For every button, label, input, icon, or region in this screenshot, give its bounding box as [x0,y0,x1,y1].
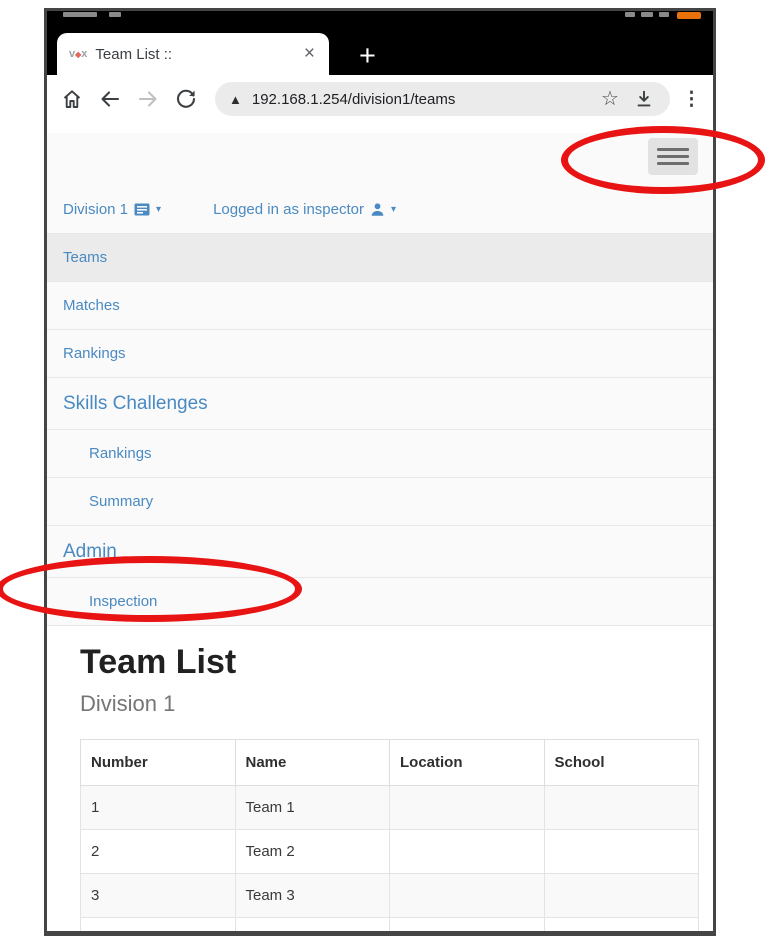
table-row: 1 Team 1 [80,785,699,830]
session-row: Division 1 ▾ Logged in as inspector ▾ [47,185,713,233]
security-warning-icon[interactable]: ▲ [229,92,242,107]
division-dropdown-label: Division 1 [63,200,129,218]
nav-item-matches[interactable]: Matches [47,281,713,329]
chevron-down-icon: ▾ [391,203,397,215]
annotation-ellipse-hamburger [561,126,765,194]
table-cell: 3 [80,873,236,918]
main-content: Team List Division 1 Number Name Location S… [47,626,713,931]
annotation-ellipse-inspection [0,556,302,622]
status-time-icon [659,12,669,17]
status-wifi-icon [625,12,635,17]
table-cell [543,917,699,931]
table-cell: 4 [80,917,236,931]
table-header-row: Number Name Location School [80,739,699,786]
table-cell: Team 2 [234,829,390,874]
android-status-bar [47,11,713,25]
table-cell: 2 [80,829,236,874]
status-signal-icon [641,12,653,17]
table-body: 1Team 12Team 23Team 34Team 45Team 5 [80,785,699,931]
column-header-name: Name [234,739,390,786]
table-cell [543,785,699,830]
url-bar[interactable]: ▲ 192.168.1.254/division1/teams ☆ [215,82,670,116]
reload-icon[interactable] [173,86,199,112]
team-table: Number Name Location School 1 Team 1 2 Team 23… [80,739,699,931]
status-notification-icon [109,12,121,17]
table-row: 4Team 4 [80,917,699,931]
tab-close-icon[interactable]: × [302,43,317,65]
table-cell [389,917,545,931]
table-cell [389,829,545,874]
user-icon [371,202,384,216]
new-tab-button[interactable]: + [359,42,376,71]
back-icon[interactable] [97,86,123,112]
browser-toolbar: ▲ 192.168.1.254/division1/teams ☆ ⋮ [47,75,713,123]
table-cell: Team 4 [234,917,390,931]
bookmark-star-icon[interactable]: ☆ [598,87,622,111]
nav-item-rankings[interactable]: Rankings [47,329,713,377]
page-subtitle: Division 1 [80,691,176,716]
table-cell: 1 [80,785,236,830]
status-clock-fragment [63,12,97,17]
tab-strip: v◆x Team List :: × + [47,25,713,75]
browser-tab[interactable]: v◆x Team List :: × [57,33,329,75]
column-header-number: Number [80,739,236,786]
vex-favicon-icon: v◆x [69,48,88,60]
table-cell [389,785,545,830]
table-cell [389,873,545,918]
url-text[interactable]: 192.168.1.254/division1/teams [252,91,588,108]
screenshot-page: v◆x Team List :: × + ▲ 192.168.1.254/div [0,0,774,947]
table-cell [543,873,699,918]
table-row: 2 Team 2 [80,829,699,874]
nav-item-summary[interactable]: Summary [47,477,713,525]
chevron-down-icon: ▾ [156,203,162,215]
page-title: Team List [80,643,237,681]
nav-item-skills-challenges[interactable]: Skills Challenges [47,377,713,429]
login-dropdown-label: Logged in as inspector [213,200,364,218]
battery-icon [677,12,701,19]
forward-icon[interactable] [135,86,161,112]
display-icon [134,203,150,215]
table-cell: Team 1 [234,785,390,830]
division-dropdown[interactable]: Division 1 ▾ [63,201,161,218]
download-icon[interactable] [632,87,656,111]
browser-menu-icon[interactable]: ⋮ [682,88,701,111]
home-icon[interactable] [59,86,85,112]
nav-item-rankings[interactable]: Rankings [47,429,713,477]
site-nav-section: Division 1 ▾ Logged in as inspector ▾ Te… [47,133,713,626]
column-header-location: Location [389,739,545,786]
login-dropdown[interactable]: Logged in as inspector ▾ [213,201,396,218]
column-header-school: School [543,739,699,786]
table-cell: Team 3 [234,873,390,918]
table-cell [543,829,699,874]
nav-item-teams[interactable]: Teams [47,233,713,281]
tab-title: Team List :: [95,45,173,63]
table-row: 3 Team 3 [80,873,699,918]
